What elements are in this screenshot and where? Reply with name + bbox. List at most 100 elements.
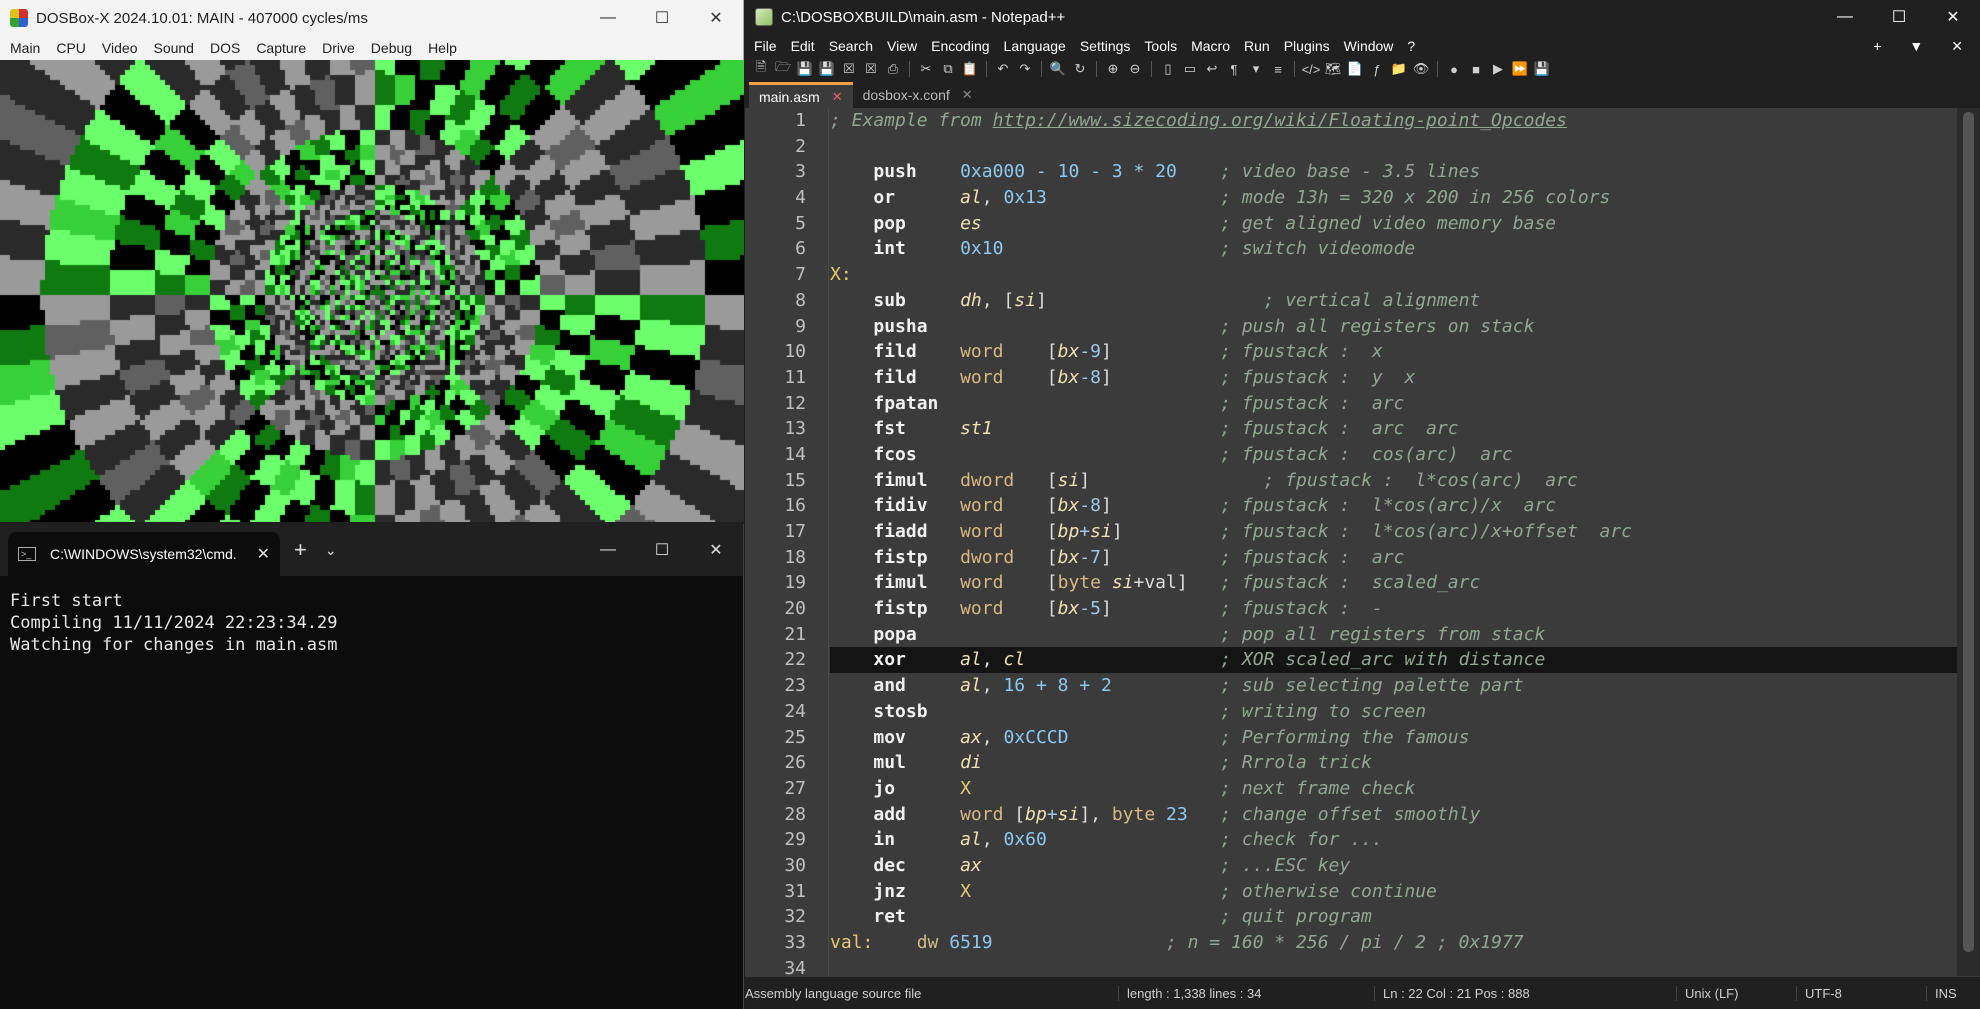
menu-sound[interactable]: Sound xyxy=(145,40,201,56)
code-line[interactable]: int 0x10 ; switch videomode xyxy=(830,236,1957,262)
close-all-icon[interactable]: ☒ xyxy=(861,60,881,78)
menu-macro[interactable]: Macro xyxy=(1184,38,1237,54)
close-tab-icon[interactable]: ✕ xyxy=(257,544,270,564)
code-line[interactable]: X: xyxy=(830,262,1957,288)
code-line[interactable]: jo X ; next frame check xyxy=(830,776,1957,802)
code-line[interactable]: fild word [bx-9] ; fpustack : x xyxy=(830,339,1957,365)
code-line[interactable]: fst st1 ; fpustack : arc arc xyxy=(830,416,1957,442)
minimize-icon[interactable]: — xyxy=(1818,0,1872,35)
menu-view[interactable]: View xyxy=(880,38,924,54)
status-insert-mode[interactable]: INS xyxy=(1926,985,1957,1001)
menu-edit[interactable]: Edit xyxy=(784,38,822,54)
menu-run[interactable]: Run xyxy=(1237,38,1277,54)
menu-dos[interactable]: DOS xyxy=(202,40,248,56)
save-icon[interactable]: 💾 xyxy=(795,60,815,78)
close-icon[interactable]: ✕ xyxy=(689,532,743,568)
code-line[interactable]: push 0xa000 - 10 - 3 * 20 ; video base -… xyxy=(830,159,1957,185)
menu-capture[interactable]: Capture xyxy=(248,40,314,56)
maximize-icon[interactable]: ☐ xyxy=(635,0,689,36)
code-line[interactable]: fpatan ; fpustack : arc xyxy=(830,391,1957,417)
menu-file[interactable]: File xyxy=(747,38,784,54)
scrollbar-thumb[interactable] xyxy=(1963,112,1974,952)
record-macro-icon[interactable]: ● xyxy=(1444,60,1464,78)
code-line[interactable]: pop es ; get aligned video memory base xyxy=(830,211,1957,237)
stop-macro-icon[interactable]: ■ xyxy=(1466,60,1486,78)
code-line[interactable]: popa ; pop all registers from stack xyxy=(830,622,1957,648)
code-line[interactable]: pusha ; push all registers on stack xyxy=(830,314,1957,340)
code-line[interactable]: ; Example from http://www.sizecoding.org… xyxy=(830,108,1957,134)
indent-guide-icon[interactable]: ≡ xyxy=(1268,60,1288,78)
close-icon[interactable]: ✕ xyxy=(1926,0,1980,35)
code-line[interactable]: fcos ; fpustack : cos(arc) arc xyxy=(830,442,1957,468)
menu-encoding[interactable]: Encoding xyxy=(924,38,996,54)
code-line[interactable]: fimul word [byte si+val] ; fpustack : sc… xyxy=(830,570,1957,596)
monitor-icon[interactable]: 👁 xyxy=(1411,60,1431,78)
code-line-current[interactable]: xor al, cl ; XOR scaled_arc with distanc… xyxy=(830,647,1957,674)
code-line[interactable]: fimul dword [si] ; fpustack : l*cos(arc)… xyxy=(830,468,1957,494)
maximize-icon[interactable]: ☐ xyxy=(635,532,689,568)
code-line[interactable]: add word [bp+si], byte 23 ; change offse… xyxy=(830,802,1957,828)
copy-icon[interactable]: ⧉ xyxy=(938,60,958,78)
code-area[interactable]: ; Example from http://www.sizecoding.org… xyxy=(830,108,1957,976)
dos-emulator-screen[interactable] xyxy=(0,60,744,522)
menu-plugins[interactable]: Plugins xyxy=(1277,38,1337,54)
menu-search[interactable]: Search xyxy=(822,38,880,54)
code-line[interactable]: and al, 16 + 8 + 2 ; sub selecting palet… xyxy=(830,673,1957,699)
code-line[interactable]: ret ; quit program xyxy=(830,904,1957,930)
code-line[interactable]: in al, 0x60 ; check for ... xyxy=(830,827,1957,853)
find-icon[interactable]: 🔍 xyxy=(1048,60,1068,78)
code-line[interactable]: mov ax, 0xCCCD ; Performing the famous xyxy=(830,725,1957,751)
close-tab-icon[interactable]: ✕ xyxy=(832,89,843,105)
doc-map-icon[interactable]: 🗺 xyxy=(1323,60,1343,78)
close-file-icon[interactable]: ☒ xyxy=(839,60,859,78)
save-all-icon[interactable]: 💾 xyxy=(817,60,837,78)
code-line[interactable]: fiadd word [bp+si] ; fpustack : l*cos(ar… xyxy=(830,519,1957,545)
doc-list-icon[interactable]: 📄 xyxy=(1345,60,1365,78)
redo-icon[interactable]: ↷ xyxy=(1015,60,1035,78)
folder-workspace-icon[interactable]: 📁 xyxy=(1389,60,1409,78)
print-icon[interactable]: ⎙ xyxy=(883,60,903,78)
code-line[interactable]: stosb ; writing to screen xyxy=(830,699,1957,725)
tab-dosbox-conf[interactable]: dosbox-x.conf ✕ xyxy=(853,82,983,108)
zoom-in-icon[interactable]: ⊕ xyxy=(1103,60,1123,78)
function-list-icon[interactable]: ƒ xyxy=(1367,60,1387,78)
code-line[interactable] xyxy=(830,134,1957,160)
code-line[interactable]: dec ax ; ...ESC key xyxy=(830,853,1957,879)
code-line[interactable]: val: dw 6519 ; n = 160 * 256 / pi / 2 ; … xyxy=(830,930,1957,956)
run-macro-multiple-icon[interactable]: ⏩ xyxy=(1510,60,1530,78)
new-tab-icon[interactable]: + xyxy=(294,537,307,563)
save-macro-icon[interactable]: 💾 xyxy=(1532,60,1552,78)
npp-titlebar[interactable]: C:\DOSBOXBUILD\main.asm - Notepad++ — ☐ … xyxy=(745,0,1980,34)
close-icon[interactable]: ✕ xyxy=(1944,38,1970,55)
minimize-icon[interactable]: — xyxy=(581,0,635,36)
menu-window[interactable]: Window xyxy=(1337,38,1401,54)
dosbox-titlebar[interactable]: DOSBox-X 2024.10.01: MAIN - 407000 cycle… xyxy=(0,0,743,36)
menu-help[interactable]: ? xyxy=(1400,38,1422,54)
code-line[interactable]: jnz X ; otherwise continue xyxy=(830,879,1957,905)
open-file-icon[interactable]: 🗁 xyxy=(773,59,793,78)
sync-horizontal-icon[interactable]: ▭ xyxy=(1180,60,1200,78)
menu-settings[interactable]: Settings xyxy=(1073,38,1138,54)
code-line[interactable]: or al, 0x13 ; mode 13h = 320 x 200 in 25… xyxy=(830,185,1957,211)
code-line[interactable]: mul di ; Rrrola trick xyxy=(830,750,1957,776)
status-encoding[interactable]: UTF-8 xyxy=(1796,985,1926,1001)
menu-tools[interactable]: Tools xyxy=(1137,38,1184,54)
close-tab-icon[interactable]: ✕ xyxy=(962,87,973,103)
zoom-out-icon[interactable]: ⊖ xyxy=(1125,60,1145,78)
minimize-icon[interactable]: — xyxy=(581,532,635,568)
chevron-down-icon[interactable]: ▾ xyxy=(1246,60,1266,78)
console-output[interactable]: First start Compiling 11/11/2024 22:23:34… xyxy=(0,576,743,670)
menu-debug[interactable]: Debug xyxy=(363,40,420,56)
replace-icon[interactable]: ↻ xyxy=(1070,60,1090,78)
code-line[interactable]: fistp word [bx-5] ; fpustack : - xyxy=(830,596,1957,622)
xml-tag-icon[interactable]: </> xyxy=(1301,60,1321,78)
menu-help[interactable]: Help xyxy=(420,40,465,56)
new-file-icon[interactable]: 🗎 xyxy=(751,59,771,78)
cmd-tab[interactable]: >_ C:\WINDOWS\system32\cmd. ✕ xyxy=(8,532,280,576)
show-all-chars-icon[interactable]: ¶ xyxy=(1224,60,1244,78)
undo-icon[interactable]: ↶ xyxy=(993,60,1013,78)
code-line[interactable]: fistp dword [bx-7] ; fpustack : arc xyxy=(830,545,1957,571)
code-line[interactable]: fild word [bx-8] ; fpustack : y x xyxy=(830,365,1957,391)
menu-drive[interactable]: Drive xyxy=(314,40,363,56)
chevron-down-icon[interactable]: ⌄ xyxy=(325,542,337,559)
